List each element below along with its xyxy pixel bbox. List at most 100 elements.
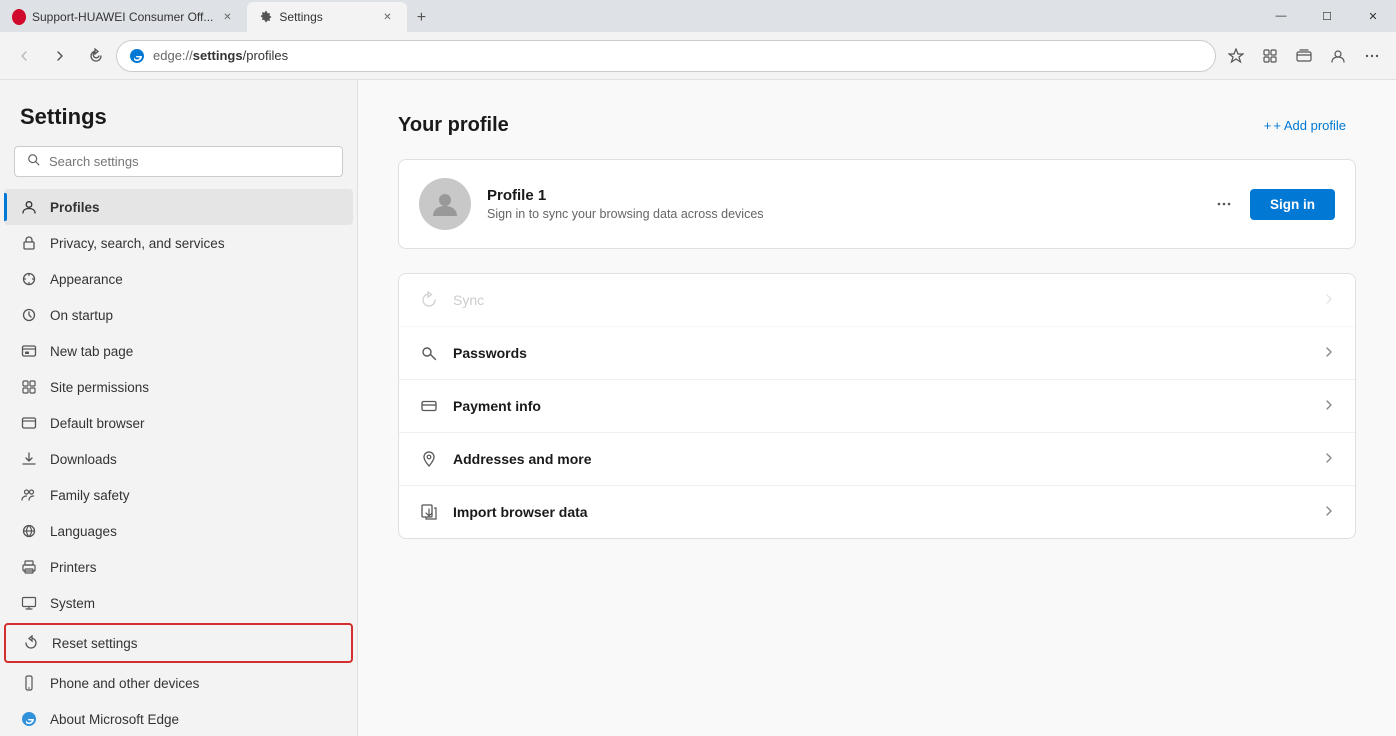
tab-huawei-label: Support-HUAWEI Consumer Off... [32,10,213,24]
tab-huawei[interactable]: Support-HUAWEI Consumer Off... ✕ [0,2,247,32]
passwords-chevron [1323,346,1335,361]
privacy-icon [20,234,38,252]
add-profile-button[interactable]: + + Add profile [1254,112,1356,139]
sidebar-item-defaultbrowser[interactable]: Default browser [4,405,353,441]
sidebar-item-languages-label: Languages [50,524,117,539]
profile-more-button[interactable] [1208,188,1240,220]
close-button[interactable]: ✕ [1350,0,1396,32]
option-addresses[interactable]: Addresses and more [399,433,1355,486]
option-import[interactable]: Import browser data [399,486,1355,538]
sidebar: Settings Profiles Privacy, search, and s… [0,80,358,736]
sidebar-item-aboutedge[interactable]: About Microsoft Edge [4,701,353,736]
huawei-favicon [12,10,26,24]
tabs-area: Support-HUAWEI Consumer Off... ✕ Setting… [0,0,1258,32]
maximize-button[interactable]: ☐ [1304,0,1350,32]
add-profile-label: + Add profile [1273,118,1346,133]
sidebar-item-printers[interactable]: Printers [4,549,353,585]
sidebar-item-startup-label: On startup [50,308,113,323]
sidebar-item-appearance[interactable]: Appearance [4,261,353,297]
tab-settings-close[interactable]: ✕ [379,9,395,25]
option-addresses-label: Addresses and more [453,451,1309,467]
new-tab-button[interactable]: + [407,4,435,32]
refresh-button[interactable] [80,40,112,72]
profile-info: Profile 1 Sign in to sync your browsing … [487,187,1192,221]
minimize-button[interactable]: — [1258,0,1304,32]
profile-card: Profile 1 Sign in to sync your browsing … [398,159,1356,249]
tab-settings-label: Settings [279,10,322,24]
search-icon [27,153,41,170]
avatar-person-icon [429,188,461,220]
back-button[interactable] [8,40,40,72]
sidebar-item-phonedevices-label: Phone and other devices [50,676,199,691]
toolbar: edge://settings/profiles [0,32,1396,80]
main-layout: Settings Profiles Privacy, search, and s… [0,80,1396,736]
option-sync: Sync [399,274,1355,327]
sidebar-item-system-label: System [50,596,95,611]
address-text: edge://settings/profiles [153,48,288,63]
sidebar-item-downloads[interactable]: Downloads [4,441,353,477]
appearance-icon [20,270,38,288]
sidebar-item-sitepermissions-label: Site permissions [50,380,149,395]
edge-favicon [129,48,145,64]
profile-name: Profile 1 [487,187,1192,204]
option-payment[interactable]: Payment info [399,380,1355,433]
profile-description: Sign in to sync your browsing data acros… [487,207,1192,221]
sidebar-item-languages[interactable]: Languages [4,513,353,549]
sidebar-item-sitepermissions[interactable]: Site permissions [4,369,353,405]
sidebar-item-downloads-label: Downloads [50,452,117,467]
toolbar-actions [1220,40,1388,72]
collections-button[interactable] [1254,40,1286,72]
sidebar-item-resetsettings-label: Reset settings [52,636,138,651]
forward-button[interactable] [44,40,76,72]
more-button[interactable] [1356,40,1388,72]
page-title: Your profile [398,114,509,137]
defaultbrowser-icon [20,414,38,432]
sidebar-item-profiles[interactable]: Profiles [4,189,353,225]
window-controls: — ☐ ✕ [1258,0,1396,32]
import-chevron [1323,505,1335,520]
resetsettings-icon [22,634,40,652]
settings-favicon [259,10,273,24]
sidebar-item-resetsettings[interactable]: Reset settings [4,623,353,663]
search-box[interactable] [14,146,343,177]
sync-icon [419,290,439,310]
content-area: Your profile + + Add profile Profile 1 S… [358,80,1396,736]
sync-chevron [1323,293,1335,308]
sidebar-item-familysafety[interactable]: Family safety [4,477,353,513]
sidebar-item-newtab-label: New tab page [50,344,133,359]
sidebar-item-newtab[interactable]: New tab page [4,333,353,369]
option-passwords[interactable]: Passwords [399,327,1355,380]
sidebar-item-phonedevices[interactable]: Phone and other devices [4,665,353,701]
downloads-icon [20,450,38,468]
sidebar-item-system[interactable]: System [4,585,353,621]
option-passwords-label: Passwords [453,345,1309,361]
sidebar-item-startup[interactable]: On startup [4,297,353,333]
wallet-button[interactable] [1288,40,1320,72]
content-header: Your profile + + Add profile [398,112,1356,139]
sidebar-item-defaultbrowser-label: Default browser [50,416,145,431]
favorites-button[interactable] [1220,40,1252,72]
sign-in-button[interactable]: Sign in [1250,189,1335,220]
sidebar-item-printers-label: Printers [50,560,97,575]
options-list: Sync Passwords Payment i [398,273,1356,539]
addresses-icon [419,449,439,469]
siteperm-icon [20,378,38,396]
address-bar[interactable]: edge://settings/profiles [116,40,1216,72]
profile-button[interactable] [1322,40,1354,72]
phone-icon [20,674,38,692]
languages-icon [20,522,38,540]
titlebar: Support-HUAWEI Consumer Off... ✕ Setting… [0,0,1396,32]
system-icon [20,594,38,612]
sidebar-item-privacy[interactable]: Privacy, search, and services [4,225,353,261]
address-path: settings [193,48,243,63]
address-rest: /profiles [243,48,289,63]
tab-huawei-close[interactable]: ✕ [219,9,235,25]
passwords-icon [419,343,439,363]
sidebar-item-appearance-label: Appearance [50,272,123,287]
profiles-icon [20,198,38,216]
startup-icon [20,306,38,324]
avatar [419,178,471,230]
search-input[interactable] [49,154,330,169]
tab-settings[interactable]: Settings ✕ [247,2,407,32]
option-sync-label: Sync [453,292,1309,308]
